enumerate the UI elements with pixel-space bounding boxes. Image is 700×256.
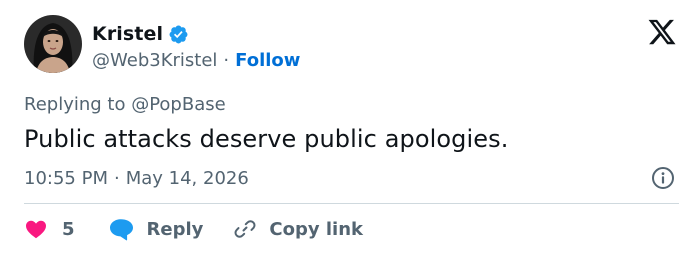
follow-button[interactable]: Follow	[235, 50, 300, 71]
separator-dot: ·	[223, 49, 230, 71]
separator-dot: ·	[113, 167, 120, 189]
tweet-text: Public attacks deserve public apologies.	[24, 125, 509, 153]
replying-to: Replying to @PopBase	[24, 94, 226, 115]
like-count: 5	[62, 218, 75, 240]
reply-label: Reply	[146, 218, 204, 240]
author-handle-row: @Web3Kristel · Follow	[92, 47, 300, 73]
avatar[interactable]	[24, 15, 82, 73]
action-bar: 5 Reply Copy link	[24, 214, 363, 244]
tweet-time: 10:55 PM	[24, 167, 108, 189]
author-display-name[interactable]: Kristel	[92, 23, 163, 45]
copy-link-label: Copy link	[269, 218, 363, 240]
heart-icon	[26, 220, 46, 239]
info-icon[interactable]	[650, 165, 676, 191]
like-button[interactable]: 5	[24, 214, 75, 244]
divider	[24, 203, 679, 204]
speech-bubble-icon	[109, 219, 133, 241]
tweet-date: May 14, 2026	[125, 167, 249, 189]
tweet-timestamp[interactable]: 10:55 PM · May 14, 2026	[24, 164, 249, 192]
verified-badge-icon	[168, 24, 189, 45]
author-handle[interactable]: @Web3Kristel	[92, 50, 217, 71]
tweet-card: Kristel @Web3Kristel · Follow Replying t…	[0, 0, 700, 256]
profile-photo	[24, 15, 82, 73]
author-name-row: Kristel	[92, 21, 189, 47]
x-logo-icon[interactable]	[647, 17, 677, 47]
copy-link-button[interactable]: Copy link	[233, 214, 363, 244]
reply-button[interactable]: Reply	[108, 214, 204, 244]
link-icon	[234, 220, 256, 238]
